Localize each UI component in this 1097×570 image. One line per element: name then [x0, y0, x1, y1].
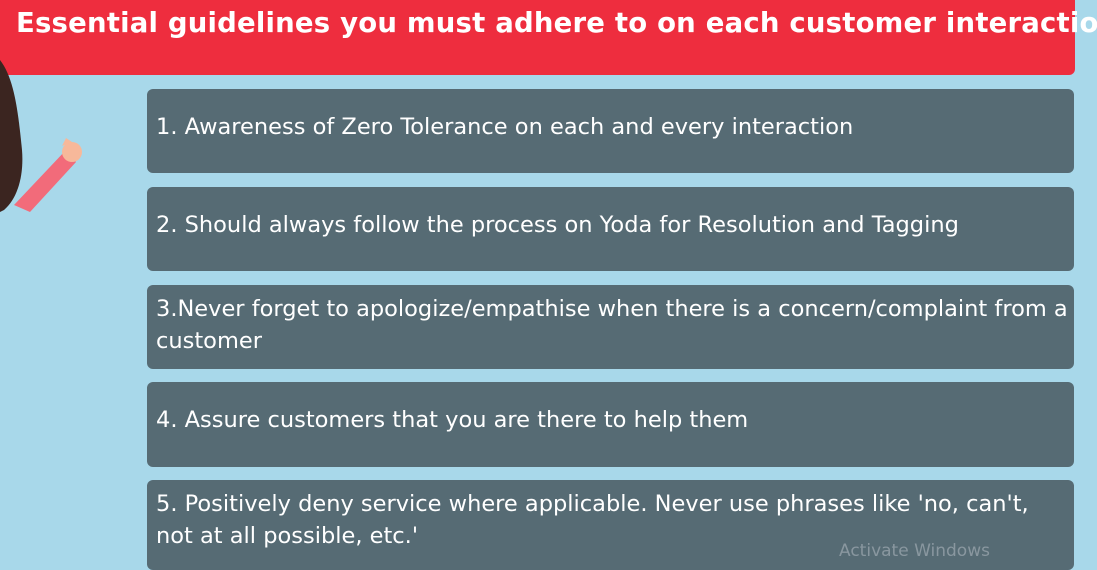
- activate-windows-watermark: Activate Windows: [839, 541, 990, 561]
- hand-shape: [62, 142, 82, 162]
- woman-waving-illustration: [0, 60, 82, 212]
- guideline-text-3: 3.Never forget to apologize/empathise wh…: [156, 296, 1068, 354]
- guideline-card-4: 4. Assure customers that you are there t…: [147, 382, 1074, 467]
- guideline-text-4: 4. Assure customers that you are there t…: [156, 407, 749, 433]
- guideline-text-2: 2. Should always follow the process on Y…: [156, 212, 959, 238]
- hair-shape: [0, 60, 23, 212]
- guideline-card-2: 2. Should always follow the process on Y…: [147, 187, 1074, 271]
- guideline-card-1: 1. Awareness of Zero Tolerance on each a…: [147, 89, 1074, 173]
- guideline-text-1: 1. Awareness of Zero Tolerance on each a…: [156, 114, 854, 140]
- guideline-card-3: 3.Never forget to apologize/empathise wh…: [147, 285, 1074, 369]
- page-title: Essential guidelines you must adhere to …: [16, 7, 1097, 39]
- title-banner: Essential guidelines you must adhere to …: [0, 0, 1097, 75]
